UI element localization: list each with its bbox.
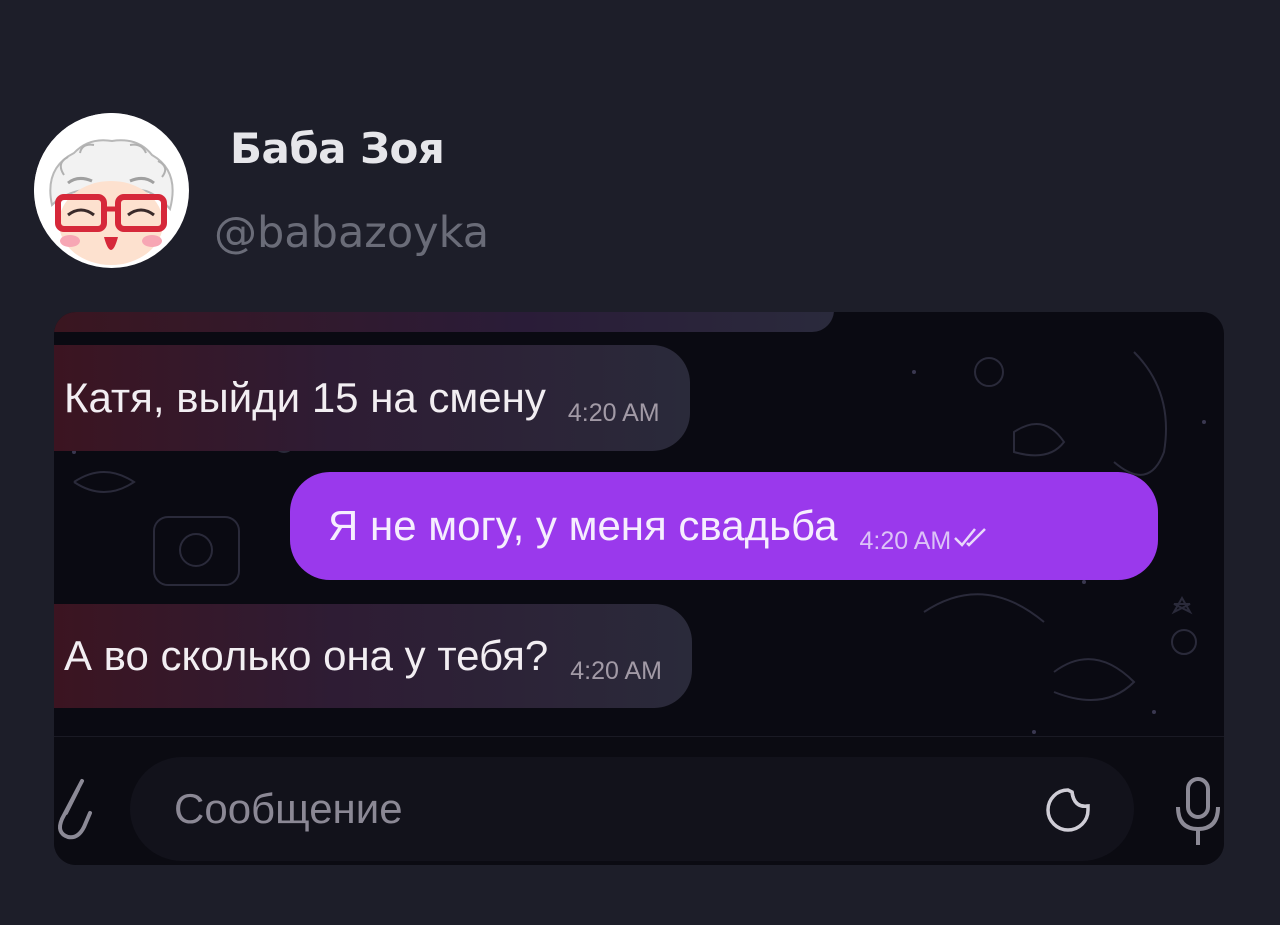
grandma-avatar-icon xyxy=(34,113,188,267)
message-bubble-incoming[interactable]: Катя, выйди 15 на смену 4:20 AM xyxy=(54,345,690,451)
double-check-icon xyxy=(954,528,987,547)
message-text: Катя, выйди 15 на смену xyxy=(64,374,546,421)
paperclip-icon[interactable] xyxy=(54,767,94,847)
post-header: Баба Зоя @babazoyka xyxy=(0,0,1280,300)
message-composer xyxy=(54,736,1224,865)
message-time: 4:20 AM xyxy=(567,398,660,427)
previous-message-fragment xyxy=(54,312,834,332)
message-text: А во сколько она у тебя? xyxy=(64,632,549,679)
message-text: Я не могу, у меня свадьба xyxy=(328,502,838,549)
microphone-icon[interactable] xyxy=(1172,773,1224,853)
message-bubble-outgoing[interactable]: Я не могу, у меня свадьба 4:20 AM xyxy=(290,472,1158,580)
message-time: 4:20 AM xyxy=(570,656,662,685)
message-time: 4:20 AM xyxy=(859,526,952,555)
message-input[interactable] xyxy=(130,757,1134,861)
sticker-icon[interactable] xyxy=(1044,786,1092,834)
author-handle[interactable]: @babazoyka xyxy=(214,208,489,258)
chat-screenshot: Катя, выйди 15 на смену 4:20 AM Я не мог… xyxy=(54,312,1224,865)
avatar[interactable] xyxy=(34,113,189,268)
message-bubble-incoming[interactable]: А во сколько она у тебя? 4:20 AM xyxy=(54,604,692,708)
author-name[interactable]: Баба Зоя xyxy=(230,124,445,173)
